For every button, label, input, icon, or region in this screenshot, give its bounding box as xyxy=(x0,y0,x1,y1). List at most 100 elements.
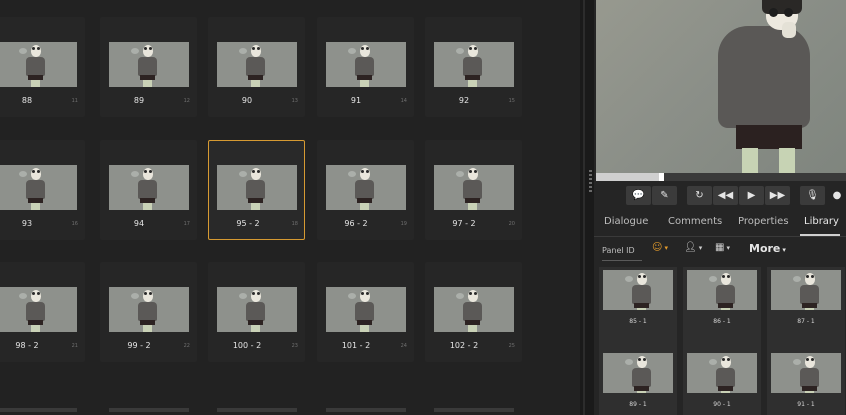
figure-thumbnail xyxy=(687,270,757,310)
panel-label: 94 xyxy=(133,219,145,228)
panel-thumbnail xyxy=(109,42,189,87)
chevron-down-icon: ▾ xyxy=(664,244,668,252)
storyboard-panel[interactable]: 92 15 xyxy=(425,17,522,117)
storyboard-panel[interactable]: 95 - 2 18 xyxy=(208,140,305,240)
chevron-down-icon: ▾ xyxy=(698,244,703,252)
panel-label: 90 xyxy=(241,96,253,105)
storyboard-panel[interactable]: 91 14 xyxy=(317,17,414,117)
panel-splitter[interactable] xyxy=(580,0,594,415)
preview-viewer[interactable] xyxy=(596,0,846,173)
active-tab-indicator xyxy=(800,234,840,236)
tab-comments[interactable]: Comments xyxy=(668,216,722,227)
figure-thumbnail xyxy=(109,165,189,210)
storyboard-panel[interactable]: 101 - 2 24 xyxy=(317,262,414,362)
storyboard-panel-partial xyxy=(326,408,406,412)
date-filter[interactable]: ▦ ▾ xyxy=(715,242,730,253)
playhead[interactable] xyxy=(659,173,664,181)
panel-thumbnail xyxy=(109,287,189,332)
library-item[interactable]: 85 - 1 xyxy=(599,267,677,339)
panel-thumbnail xyxy=(326,165,406,210)
library-item[interactable]: 87 - 1 xyxy=(767,267,845,339)
storyboard-panel[interactable]: 100 - 2 23 xyxy=(208,262,305,362)
tab-dialogue[interactable]: Dialogue xyxy=(604,216,648,227)
library-filters: Panel ID ☺ ▾ 👤︎ ▾ ▦ ▾ More ▾ xyxy=(594,238,846,264)
storyboard-panel[interactable]: 96 - 2 19 xyxy=(317,140,414,240)
storyboard-panel[interactable]: 98 - 2 21 xyxy=(0,262,85,362)
library-thumbnail xyxy=(603,353,673,393)
storyboard-panel[interactable]: 89 12 xyxy=(100,17,197,117)
storyboard-panel[interactable]: 99 - 2 22 xyxy=(100,262,197,362)
panel-index: 22 xyxy=(183,343,190,349)
panel-thumbnail xyxy=(434,287,514,332)
panel-index: 11 xyxy=(71,98,78,104)
library-item[interactable]: 89 - 1 xyxy=(599,335,677,415)
speech-bubble-icon: 💬 xyxy=(632,190,645,201)
library-thumbnail xyxy=(687,270,757,310)
fast-forward-button[interactable]: ▶▶ xyxy=(765,186,790,205)
figure-thumbnail xyxy=(217,287,297,332)
panel-thumbnail xyxy=(217,287,297,332)
panel-label: 98 - 2 xyxy=(15,341,39,350)
panel-index: 19 xyxy=(400,221,407,227)
figure-thumbnail xyxy=(603,353,673,393)
figure-body xyxy=(718,26,810,128)
loop-icon: ↻ xyxy=(695,190,704,201)
loop-button[interactable]: ↻ xyxy=(687,186,712,205)
storyboard-panel[interactable]: 88 11 xyxy=(0,17,85,117)
panel-label: 89 xyxy=(133,96,145,105)
panel-label: 88 xyxy=(21,96,33,105)
tab-properties[interactable]: Properties xyxy=(738,216,789,227)
storyboard-panel-partial xyxy=(434,408,514,412)
storyboard-panel[interactable]: 94 17 xyxy=(100,140,197,240)
library-item-label: 87 - 1 xyxy=(797,318,815,325)
timeline-progress xyxy=(596,173,659,181)
record-button[interactable]: ● xyxy=(827,186,846,205)
panel-label: 101 - 2 xyxy=(341,341,371,350)
storyboard-panel[interactable]: 102 - 2 25 xyxy=(425,262,522,362)
figure-thumbnail xyxy=(326,42,406,87)
chevron-down-icon: ▾ xyxy=(726,244,730,252)
panel-thumbnail xyxy=(217,42,297,87)
storyboard-panel-partial xyxy=(0,408,77,412)
person-icon: 👤︎ xyxy=(684,242,697,253)
play-icon: ▶ xyxy=(747,190,756,201)
panel-label: 93 xyxy=(21,219,33,228)
figure-thumbnail xyxy=(326,165,406,210)
storyboard-panel-partial xyxy=(217,408,297,412)
figure-thumbnail xyxy=(217,165,297,210)
rewind-icon: ◀◀ xyxy=(717,190,734,201)
panel-label: 99 - 2 xyxy=(127,341,151,350)
person-filter[interactable]: 👤︎ ▾ xyxy=(684,242,702,253)
library-item-label: 91 - 1 xyxy=(797,401,815,408)
microphone-icon: 🎙 xyxy=(806,190,819,201)
splitter-grip-icon[interactable] xyxy=(589,170,592,192)
panel-thumbnail xyxy=(109,165,189,210)
library-item[interactable]: 86 - 1 xyxy=(683,267,761,339)
panel-index: 20 xyxy=(508,221,515,227)
tab-library[interactable]: Library xyxy=(804,216,839,227)
microphone-button[interactable]: 🎙 xyxy=(800,186,825,205)
tag-filter[interactable]: ☺ ▾ xyxy=(652,242,668,253)
calendar-icon: ▦ xyxy=(715,242,725,253)
library-item[interactable]: 90 - 1 xyxy=(683,335,761,415)
library-thumbnail xyxy=(771,270,841,310)
rewind-button[interactable]: ◀◀ xyxy=(713,186,738,205)
panel-label: 96 - 2 xyxy=(344,219,368,228)
play-button[interactable]: ▶ xyxy=(739,186,764,205)
storyboard-panel[interactable]: 97 - 2 20 xyxy=(425,140,522,240)
figure-thumbnail xyxy=(434,165,514,210)
panel-id-field[interactable]: Panel ID xyxy=(602,244,642,261)
edit-button[interactable]: ✎ xyxy=(652,186,677,205)
storyboard-panel[interactable]: 90 13 xyxy=(208,17,305,117)
panel-index: 16 xyxy=(71,221,78,227)
fast-forward-icon: ▶▶ xyxy=(769,190,786,201)
library-item[interactable]: 91 - 1 xyxy=(767,335,845,415)
more-filters-button[interactable]: More ▾ xyxy=(749,242,786,255)
panel-index: 18 xyxy=(291,221,298,227)
storyboard-grid: 88 11 89 12 90 13 91 14 92 15 93 16 94 17 95 - 2 18 96 -… xyxy=(0,0,580,415)
timeline-scrubber[interactable] xyxy=(596,173,846,181)
panel-thumbnail xyxy=(326,287,406,332)
comment-button[interactable]: 💬 xyxy=(626,186,651,205)
figure-thumbnail xyxy=(326,287,406,332)
storyboard-panel[interactable]: 93 16 xyxy=(0,140,85,240)
